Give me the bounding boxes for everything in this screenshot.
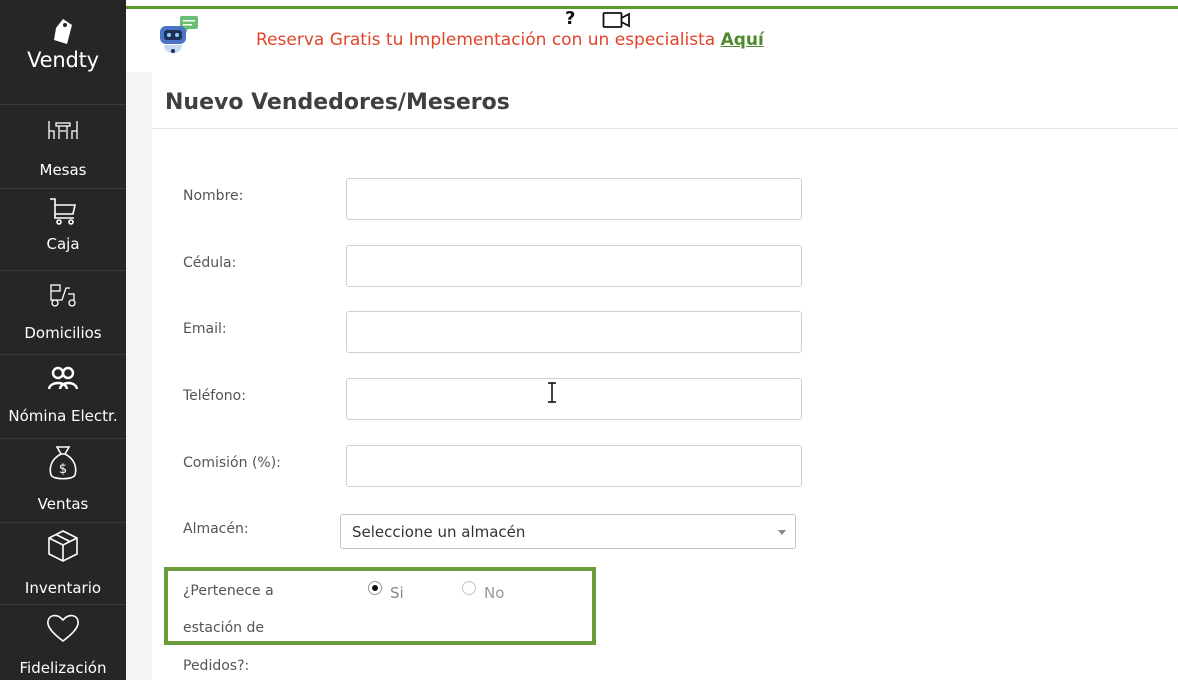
sidebar-item-mesas[interactable]: Mesas [0,104,126,188]
telefono-input[interactable] [346,378,802,420]
app-page: Vendty Mesas Caja Domicilios Nómina Elec… [0,0,1178,680]
vendty-logo[interactable]: Vendty [0,10,126,102]
estacion-label-line1: ¿Pertenece a [183,583,274,599]
radio-no[interactable] [462,581,476,595]
promo-text: Reserva Gratis tu Implementación con un … [256,30,721,50]
sidebar-item-domicilios[interactable]: Domicilios [0,270,126,354]
sidebar-item-caja[interactable]: Caja [0,188,126,270]
heart-icon [47,614,79,643]
sidebar-item-label: Fidelización [19,659,107,677]
estacion-label-line3: Pedidos?: [183,658,250,674]
tables-icon [48,121,78,139]
money-bag-icon: $ [49,446,77,480]
promo-link[interactable]: Aquí [721,30,764,50]
sidebar-item-label: Domicilios [24,324,102,342]
nombre-label: Nombre: [183,188,244,204]
sidebar-item-ventas[interactable]: $ Ventas [0,438,126,522]
almacen-select-value: Seleccione un almacén [352,523,526,541]
box-icon [48,530,78,562]
video-icon[interactable] [602,11,632,29]
sidebar: Vendty Mesas Caja Domicilios Nómina Elec… [0,0,126,680]
text-cursor-icon [548,382,556,403]
cedula-label: Cédula: [183,255,237,271]
cedula-input[interactable] [346,245,802,287]
estacion-label-line2: estación de [183,620,264,636]
brand-name: Vendty [27,48,99,72]
promo-banner: Reserva Gratis tu Implementación con un … [256,30,764,50]
sidebar-item-label: Nómina Electr. [8,407,118,425]
content-gutter [126,72,152,680]
vendty-logo-icon [54,19,72,44]
sidebar-item-nomina[interactable]: Nómina Electr. [0,354,126,438]
telefono-label: Teléfono: [183,388,246,404]
radio-si[interactable] [368,581,382,595]
people-icon [47,366,79,390]
cart-icon [50,198,76,225]
page-title: Nuevo Vendedores/Meseros [165,90,510,115]
sidebar-item-label: Ventas [37,495,89,513]
sidebar-item-label: Inventario [24,579,102,597]
almacen-label: Almacén: [183,521,249,537]
comision-label: Comisión (%): [183,455,281,471]
sidebar-item-fidelizacion[interactable]: Fidelización [0,604,126,680]
nombre-input[interactable] [346,178,802,220]
comision-input[interactable] [346,445,802,487]
delivery-scooter-icon [50,284,76,307]
sidebar-item-label: Mesas [39,161,87,179]
radio-no-label: No [484,584,505,602]
almacen-select[interactable]: Seleccione un almacén [340,514,796,549]
top-accent-line [126,6,1178,9]
title-divider [152,128,1178,129]
svg-text:$: $ [59,462,67,477]
help-button[interactable]: ? [565,8,575,29]
email-input[interactable] [346,311,802,353]
sidebar-item-inventario[interactable]: Inventario [0,522,126,604]
radio-si-label: Si [390,584,404,602]
chevron-down-icon [778,530,786,535]
support-bot-icon[interactable] [156,16,202,60]
sidebar-item-label: Caja [46,235,80,253]
email-label: Email: [183,321,227,337]
